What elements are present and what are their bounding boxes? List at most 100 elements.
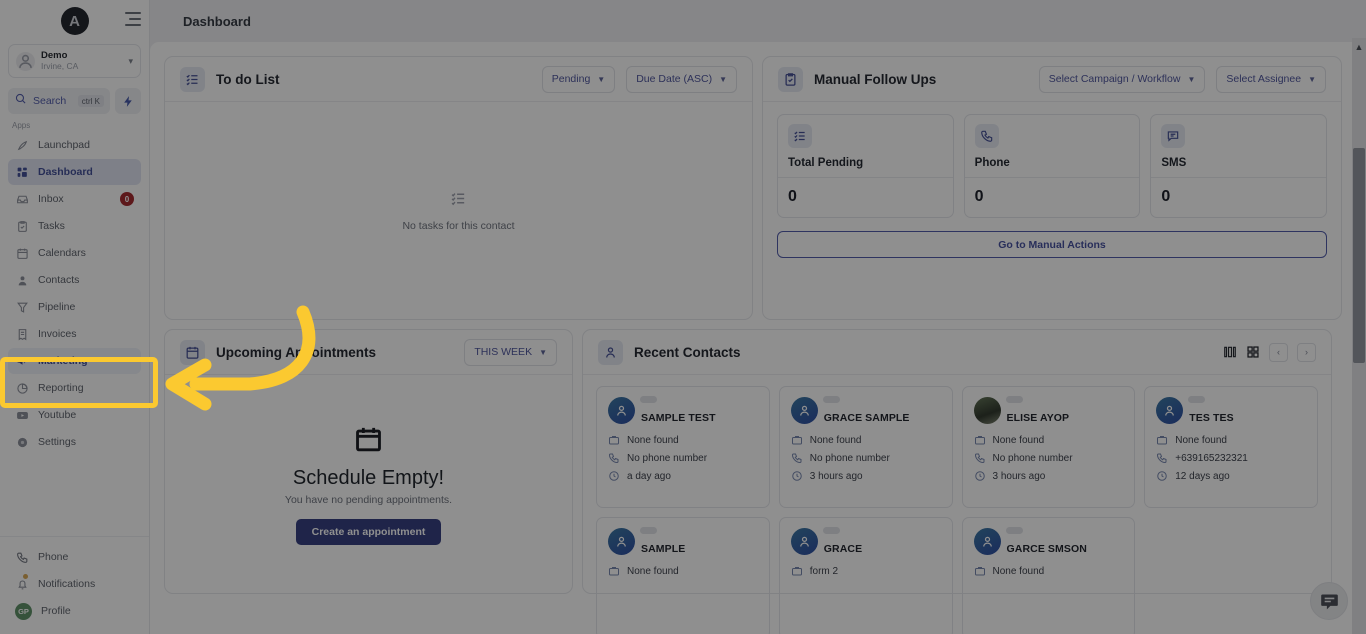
sidebar-item-inbox[interactable]: Inbox 0 [8,186,141,212]
phone-icon [15,550,29,564]
contact-tag-chip [1188,396,1205,403]
mfu-campaign-filter[interactable]: Select Campaign / Workflow ▼ [1039,66,1206,93]
go-to-manual-actions-button[interactable]: Go to Manual Actions [777,231,1327,258]
main-area: Dashboard To do List Pending ▼ [150,0,1366,634]
contact-company-row: None found [608,434,758,446]
contact-card[interactable]: ELISE AYOP None found No phone number [962,386,1136,508]
contact-company-row: None found [791,434,941,446]
sidebar-item-label: Youtube [38,409,76,421]
todo-status-filter-label: Pending [552,73,591,85]
workspace-name: Demo [41,51,122,62]
bell-icon [15,577,29,591]
contact-phone-row: No phone number [974,452,1124,464]
contact-phone: No phone number [993,453,1073,464]
menu-toggle-icon[interactable] [125,12,141,26]
prev-page-button[interactable]: ‹ [1269,343,1288,362]
upcoming-appointments-card: Upcoming Appointments THIS WEEK ▼ Schedu… [164,329,573,594]
calendar-icon [353,424,384,460]
mfu-card-title: Manual Follow Ups [814,72,1028,87]
mfu-assignee-filter[interactable]: Select Assignee ▼ [1216,66,1326,93]
task-icon [15,219,29,233]
contact-phone-row: No phone number [791,452,941,464]
contact-tag-chip [823,527,840,534]
recent-contacts-header: Recent Contacts ‹ › [583,330,1331,375]
rocket-icon [15,138,29,152]
sidebar-item-settings[interactable]: Settings [8,429,141,455]
appointments-range-filter[interactable]: THIS WEEK ▼ [464,339,557,366]
contact-company: None found [627,566,679,577]
sidebar-item-label: Profile [41,605,71,617]
chevron-down-icon: ▼ [1187,75,1195,84]
next-page-button[interactable]: › [1297,343,1316,362]
top-bar: Dashboard [150,0,1366,42]
sidebar-item-label: Inbox [38,193,64,205]
grid-view-icon[interactable] [1246,345,1260,359]
sidebar-item-phone[interactable]: Phone [8,544,141,570]
sidebar: A Demo Irvine, CA ▾ Search ctrl K [0,0,150,634]
app-logo[interactable]: A [61,7,89,35]
contact-name: TES TES [1189,412,1233,424]
clock-icon [974,470,986,482]
contact-card[interactable]: TES TES None found +639165232321 [1144,386,1318,508]
stat-total-pending: Total Pending 0 [777,114,954,218]
phone-icon [608,452,620,464]
create-appointment-button[interactable]: Create an appointment [296,519,442,545]
mfu-card-header: Manual Follow Ups Select Campaign / Work… [763,57,1341,102]
sidebar-item-invoices[interactable]: Invoices [8,321,141,347]
contact-phone-row: No phone number [608,452,758,464]
chevron-down-icon: ▼ [539,348,547,357]
sidebar-item-pipeline[interactable]: Pipeline [8,294,141,320]
quick-action-button[interactable] [115,88,141,114]
chevron-down-icon[interactable]: ▾ [128,56,133,67]
todo-card-title: To do List [216,72,531,87]
contact-card[interactable]: GRACE SAMPLE None found No phone number [779,386,953,508]
chevron-down-icon: ▼ [719,75,727,84]
contact-card[interactable]: GARCE SMSON None found [962,517,1136,634]
recent-contacts-grid: SAMPLE TEST None found No phone number [583,375,1331,634]
search-input[interactable]: Search ctrl K [8,88,110,114]
sidebar-item-label: Calendars [38,247,86,259]
contact-time: 12 days ago [1175,471,1230,482]
contact-card[interactable]: SAMPLE TEST None found No phone number [596,386,770,508]
chat-widget-button[interactable] [1310,582,1348,620]
sidebar-item-calendars[interactable]: Calendars [8,240,141,266]
appointments-empty-heading: Schedule Empty! [293,467,444,490]
sidebar-item-profile[interactable]: GP Profile [8,598,141,624]
list-view-icon[interactable] [1223,345,1237,359]
contact-card[interactable]: SAMPLE None found [596,517,770,634]
contact-time-row: a day ago [608,470,758,482]
sidebar-item-dashboard[interactable]: Dashboard [8,159,141,185]
sidebar-item-label: Dashboard [38,166,93,178]
scrollbar-thumb[interactable] [1353,148,1365,363]
stat-top: Phone [965,115,1140,178]
sidebar-item-tasks[interactable]: Tasks [8,213,141,239]
contact-card[interactable]: GRACE form 2 [779,517,953,634]
contact-company: None found [1175,435,1227,446]
manual-follow-ups-card: Manual Follow Ups Select Campaign / Work… [762,56,1342,320]
sidebar-item-launchpad[interactable]: Launchpad [8,132,141,158]
contact-name: ELISE AYOP [1007,412,1070,424]
sidebar-item-notifications[interactable]: Notifications [8,571,141,597]
contact-tag-chip [640,396,657,403]
contact-phone: +639165232321 [1175,453,1248,464]
briefcase-icon [608,565,620,577]
avatar [1156,397,1183,424]
stat-value: 0 [1151,178,1326,217]
appointments-card-header: Upcoming Appointments THIS WEEK ▼ [165,330,572,375]
contact-name: GRACE [824,543,862,555]
briefcase-icon [791,565,803,577]
phone-icon [1156,452,1168,464]
todo-sort-filter[interactable]: Due Date (ASC) ▼ [626,66,737,93]
workspace-switcher[interactable]: Demo Irvine, CA ▾ [8,44,141,78]
scroll-up-arrow-icon[interactable]: ▲ [1353,41,1365,53]
workspace-avatar-icon [16,52,35,71]
contact-company-row: None found [974,565,1124,577]
dashboard-row-1: To do List Pending ▼ Due Date (ASC) ▼ [164,56,1352,320]
sidebar-item-contacts[interactable]: Contacts [8,267,141,293]
user-icon [15,273,29,287]
vertical-scrollbar[interactable] [1352,38,1366,634]
contact-tag-chip [640,527,657,534]
stat-label: Phone [975,157,1130,169]
todo-status-filter[interactable]: Pending ▼ [542,66,615,93]
stat-top: SMS [1151,115,1326,178]
